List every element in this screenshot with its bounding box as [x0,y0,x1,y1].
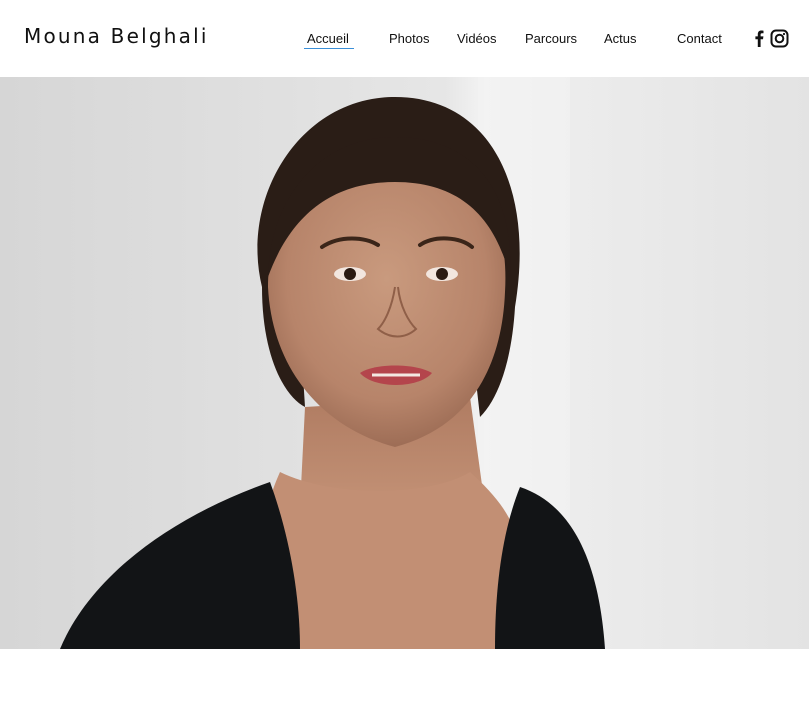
nav-item-videos[interactable]: Vidéos [457,31,497,46]
portrait-image [0,77,809,649]
nav-item-accueil[interactable]: Accueil [304,31,354,49]
nav-item-photos[interactable]: Photos [389,31,429,46]
nav-item-parcours[interactable]: Parcours [525,31,577,46]
facebook-icon[interactable] [752,29,766,52]
page-content-area [0,649,809,715]
instagram-icon[interactable] [770,29,789,53]
hero-portrait-photo [0,77,809,649]
nav-item-actus[interactable]: Actus [604,31,637,46]
site-header: Mouna Belghali Accueil Photos Vidéos Par… [0,0,809,77]
main-nav: Accueil Photos Vidéos Parcours Actus Con… [0,31,809,51]
nav-item-contact[interactable]: Contact [677,31,722,46]
